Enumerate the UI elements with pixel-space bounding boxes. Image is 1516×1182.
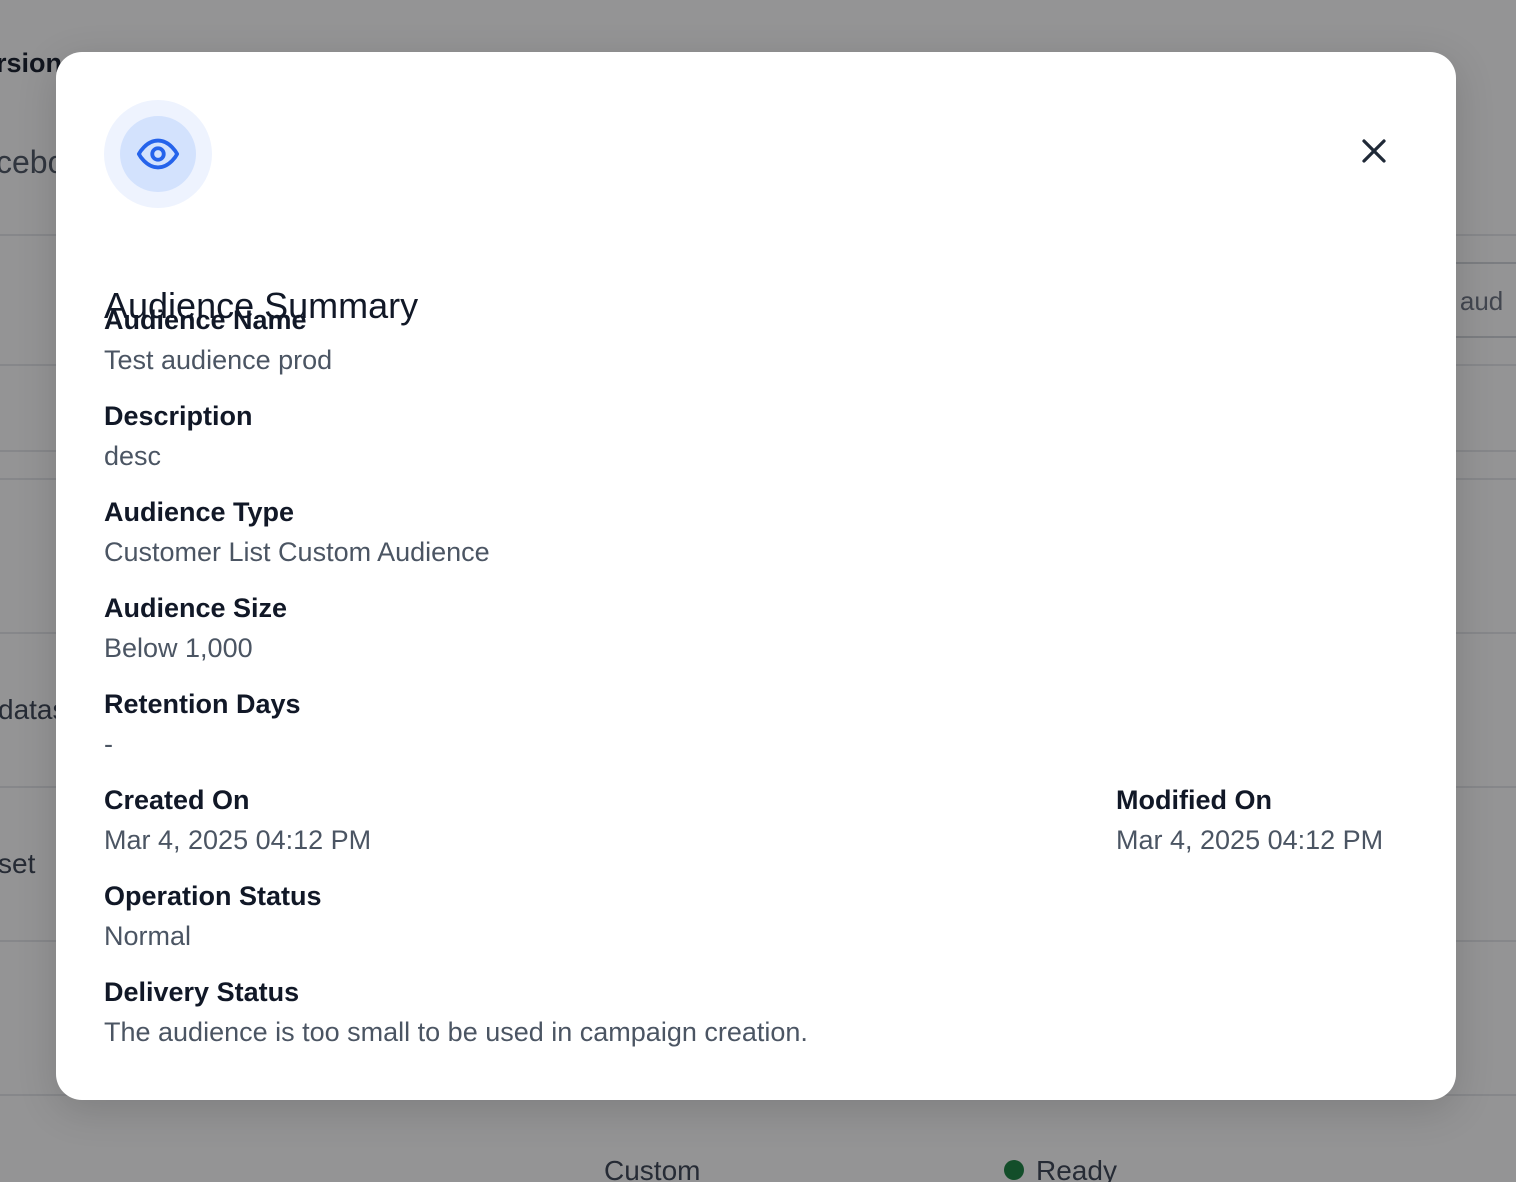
field-label: Audience Type [104, 497, 295, 527]
close-button[interactable] [1348, 122, 1400, 180]
field-label: Delivery Status [104, 977, 300, 1007]
field-label: Retention Days [104, 689, 301, 719]
field-value: Test audience prod [104, 345, 333, 375]
field-label: Operation Status [104, 881, 322, 911]
audience-summary-modal: Audience Summary Audience Name Test audi… [56, 52, 1456, 1100]
field-value: The audience is too small to be used in … [104, 1017, 808, 1047]
field-value: - [104, 729, 113, 759]
field-audience-type: Audience Type Customer List Custom Audie… [104, 492, 490, 572]
close-icon [1362, 139, 1386, 163]
field-value: Customer List Custom Audience [104, 537, 490, 567]
field-label: Audience Name [104, 305, 307, 335]
field-label: Modified On [1116, 785, 1272, 815]
field-value: desc [104, 441, 162, 471]
field-delivery-status: Delivery Status The audience is too smal… [104, 972, 808, 1052]
header-icon-badge [104, 100, 212, 208]
field-value: Mar 4, 2025 04:12 PM [1116, 825, 1384, 855]
field-label: Created On [104, 785, 250, 815]
field-label: Description [104, 401, 253, 431]
field-value: Mar 4, 2025 04:12 PM [104, 825, 372, 855]
eye-icon [136, 138, 180, 170]
field-value: Normal [104, 921, 192, 951]
field-operation-status: Operation Status Normal [104, 876, 322, 956]
field-retention-days: Retention Days - [104, 684, 301, 764]
field-value: Below 1,000 [104, 633, 253, 663]
field-created-on: Created On Mar 4, 2025 04:12 PM [104, 780, 371, 860]
field-modified-on: Modified On Mar 4, 2025 04:12 PM [1116, 780, 1383, 860]
field-audience-size: Audience Size Below 1,000 [104, 588, 287, 668]
field-description: Description desc [104, 396, 253, 476]
field-label: Audience Size [104, 593, 288, 623]
field-audience-name: Audience Name Test audience prod [104, 300, 332, 380]
